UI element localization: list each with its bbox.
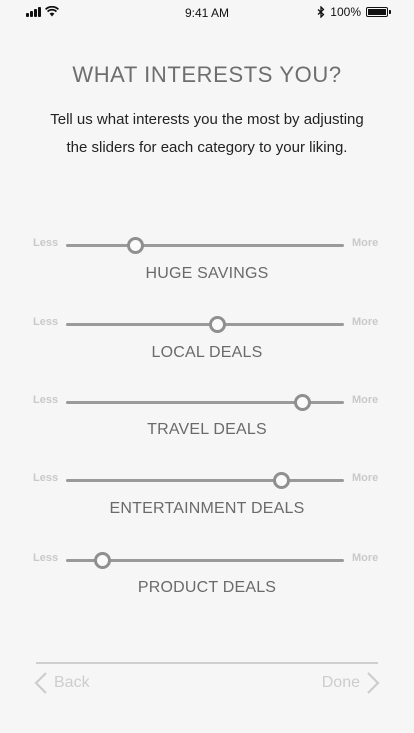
page-title: WHAT INTERESTS YOU? xyxy=(72,62,342,87)
bottom-divider xyxy=(36,662,378,664)
slider-travel-deals: Less More TRAVEL DEALS xyxy=(0,392,414,438)
status-bar: 9:41 AM 100% xyxy=(0,0,414,28)
more-label: More xyxy=(352,237,379,249)
slider-track[interactable] xyxy=(66,394,344,411)
less-label: Less xyxy=(33,472,59,484)
slider-entertainment-deals: Less More ENTERTAINMENT DEALS xyxy=(0,470,414,517)
done-button[interactable]: Done xyxy=(322,671,380,695)
chevron-left-icon xyxy=(34,672,47,694)
battery-percent: 100% xyxy=(330,5,361,19)
battery-icon xyxy=(366,7,391,17)
less-label: Less xyxy=(33,394,59,406)
back-button[interactable]: Back xyxy=(34,671,90,695)
less-label: Less xyxy=(33,552,59,564)
less-label: Less xyxy=(33,237,59,249)
more-label: More xyxy=(352,552,379,564)
chevron-right-icon xyxy=(367,672,380,694)
category-label: ENTERTAINMENT DEALS xyxy=(109,500,305,517)
category-label: TRAVEL DEALS xyxy=(147,421,267,438)
category-label: LOCAL DEALS xyxy=(151,344,263,361)
more-label: More xyxy=(352,394,379,406)
slider-track[interactable] xyxy=(66,237,344,254)
slider-local-deals: Less More LOCAL DEALS xyxy=(0,314,414,361)
slider-row: Less More xyxy=(0,470,414,490)
category-label: PRODUCT DEALS xyxy=(137,579,277,596)
slider-track[interactable] xyxy=(66,316,344,333)
page-subtitle: Tell us what interests you the most by a… xyxy=(50,111,364,156)
slider-knob[interactable] xyxy=(93,552,111,569)
more-label: More xyxy=(352,472,379,484)
done-label: Done xyxy=(321,674,360,691)
slider-track[interactable] xyxy=(66,472,344,489)
slider-knob[interactable] xyxy=(209,316,226,333)
slider-row: Less More xyxy=(0,550,414,570)
slider-row: Less More xyxy=(0,314,414,334)
bluetooth-icon xyxy=(317,6,325,18)
slider-row: Less More xyxy=(0,392,414,412)
slider-huge-savings: Less More HUGE SAVINGS xyxy=(0,235,414,282)
less-label: Less xyxy=(33,316,59,328)
more-label: More xyxy=(352,316,379,328)
slider-track[interactable] xyxy=(66,552,344,569)
slider-knob[interactable] xyxy=(293,394,311,411)
back-label: Back xyxy=(54,674,90,691)
slider-row: Less More xyxy=(0,235,414,255)
category-label: HUGE SAVINGS xyxy=(145,265,269,282)
slider-knob[interactable] xyxy=(272,472,290,489)
status-right: 100% xyxy=(317,5,391,19)
slider-product-deals: Less More PRODUCT DEALS xyxy=(0,550,414,596)
slider-knob[interactable] xyxy=(127,237,144,254)
